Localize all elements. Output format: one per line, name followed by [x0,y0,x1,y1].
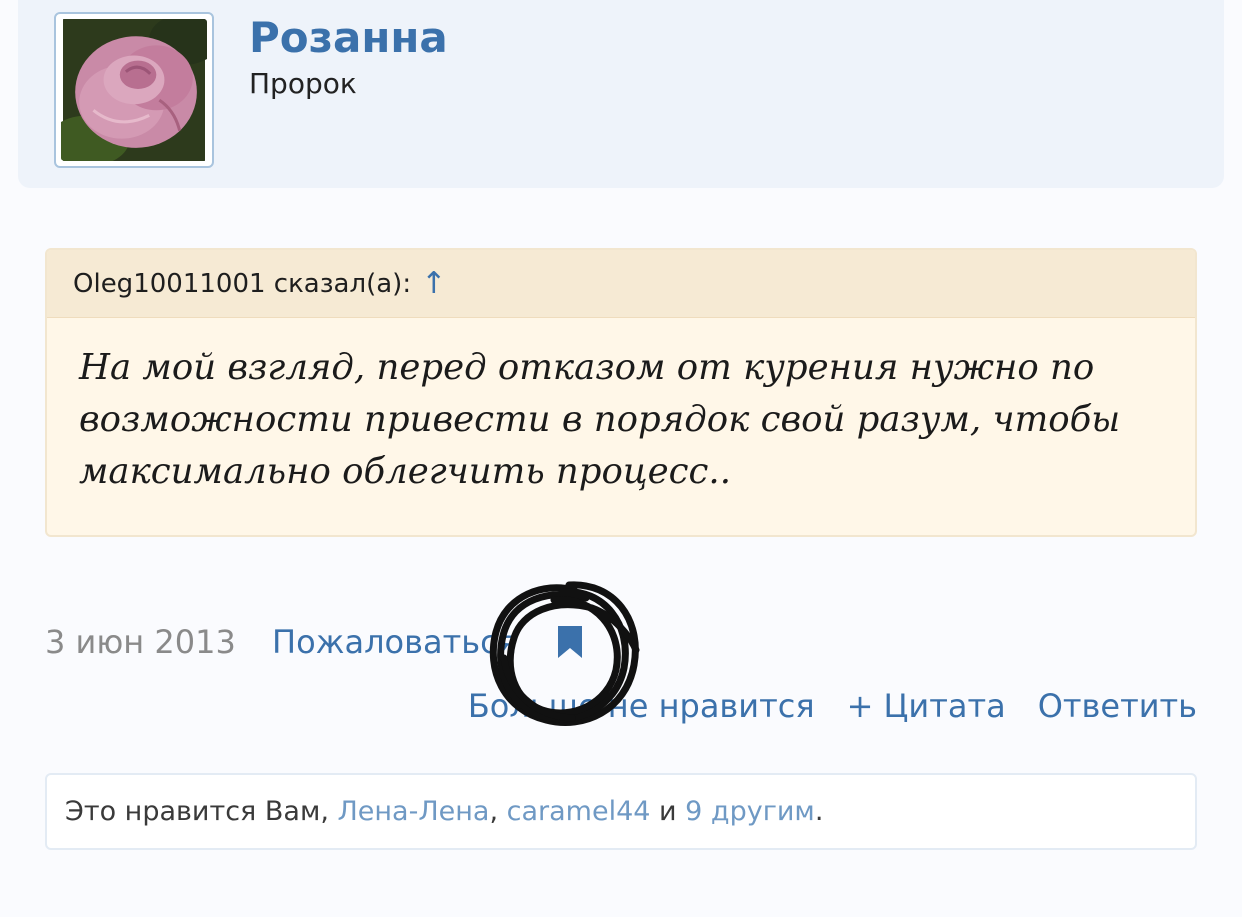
liker-link-2[interactable]: caramel44 [507,796,651,827]
liker-link-1[interactable]: Лена-Лена [337,796,489,827]
report-link[interactable]: Пожаловаться [272,620,517,664]
quote-block: Oleg10011001 сказал(а): ↑ На мой взгляд,… [45,248,1197,537]
quote-author: Oleg10011001 сказал(а): [73,268,412,299]
likes-separator: , [489,796,507,827]
user-rank: Пророк [249,67,357,100]
jump-to-quote-arrow-icon[interactable]: ↑ [421,266,446,301]
rose-avatar-image [61,19,207,161]
forum-post: Розанна Пророк Oleg10011001 сказал(а): ↑… [0,0,1242,917]
likes-suffix: . [814,796,824,827]
user-card: Розанна Пророк [18,0,1224,188]
likes-summary: Это нравится Вам, Лена-Лена, caramel44 и… [45,773,1197,850]
likes-prefix: Это нравится Вам, [65,796,338,827]
unlike-button[interactable]: Больше не нравится [468,684,815,728]
reply-button[interactable]: Ответить [1038,684,1197,728]
bookmark-icon[interactable] [555,624,585,660]
username[interactable]: Розанна [249,12,448,64]
quote-header: Oleg10011001 сказал(а): ↑ [47,250,1195,318]
quote-button[interactable]: + Цитата [847,684,1006,728]
quote-text: На мой взгляд, перед отказом от курения … [79,347,1121,492]
likes-conjunction: и [650,796,686,827]
avatar[interactable] [54,12,214,168]
likes-others-link[interactable]: 9 другим [685,796,815,827]
post-date: 3 июн 2013 [45,623,236,661]
rose-icon [61,19,207,161]
post-actions: Больше не нравится + Цитата Ответить [468,684,1197,728]
